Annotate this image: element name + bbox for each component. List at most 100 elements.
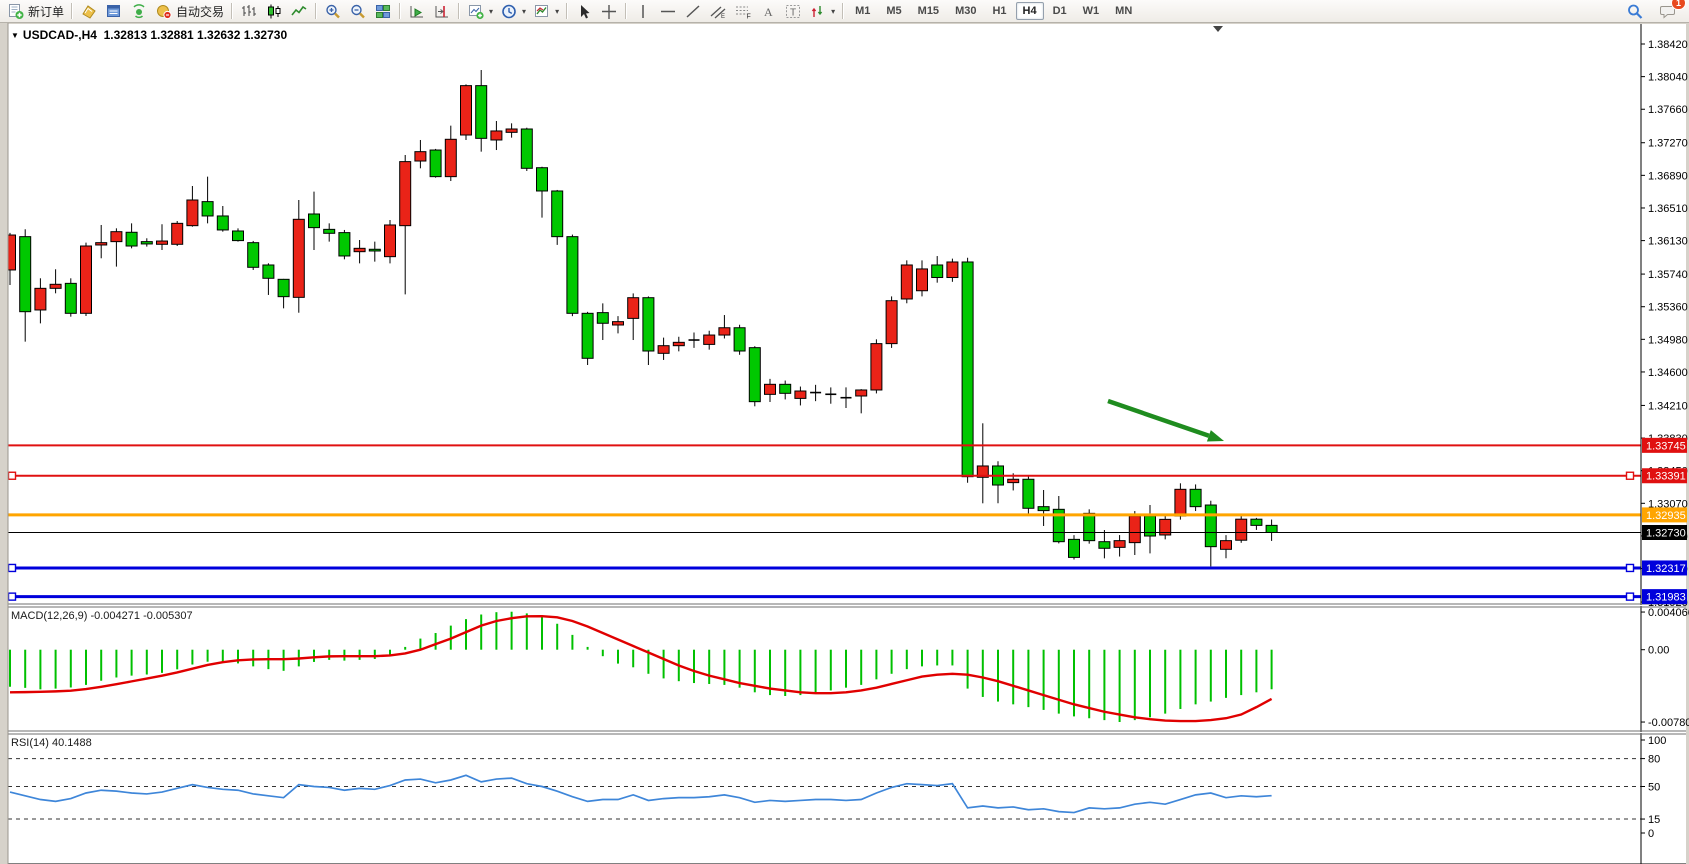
navigator-button[interactable] (127, 0, 151, 22)
channel-icon: E (709, 3, 727, 20)
mt4-window: 新订单自动交易▾▾▾EFAT▾ M1M5M15M30H1H4D1W1MN 1 1… (0, 0, 1689, 864)
trendline-button[interactable] (681, 0, 705, 22)
autotrading-label: 自动交易 (176, 3, 224, 20)
tile-windows-button[interactable] (371, 0, 395, 22)
text-button[interactable]: A (756, 0, 780, 22)
notification-badge: 1 (1671, 0, 1686, 10)
toolbar-separator (566, 3, 568, 19)
macd-indicator-label: MACD(12,26,9) -0.004271 -0.005307 (11, 610, 193, 622)
svg-text:1.35740: 1.35740 (1648, 269, 1688, 281)
chart-area: 1.384201.380401.376601.372701.368901.365… (0, 23, 1689, 864)
templates-icon (533, 3, 551, 20)
timeframe-mn-button[interactable]: MN (1108, 2, 1139, 20)
new-order-label: 新订单 (28, 3, 64, 20)
templates-button[interactable]: ▾ (530, 0, 562, 22)
vertical-line-icon (634, 3, 652, 20)
data-window-button[interactable] (102, 0, 126, 22)
chart-shift-button[interactable] (430, 0, 454, 22)
line-handle (9, 564, 16, 571)
navigator-icon (130, 3, 148, 20)
price-badge-1.33745: 1.33745 (1642, 438, 1687, 453)
zoom-out-icon (349, 3, 367, 20)
svg-text:1.36130: 1.36130 (1648, 236, 1688, 248)
new-chart-button[interactable]: ▾ (464, 0, 496, 22)
zoom-out-button[interactable] (346, 0, 370, 22)
search-icon (1626, 3, 1644, 20)
svg-text:0.004066: 0.004066 (1648, 607, 1689, 619)
svg-text:1.33745: 1.33745 (1646, 440, 1686, 452)
autotrading-button[interactable]: 自动交易 (152, 0, 227, 22)
timeframe-m1-button[interactable]: M1 (848, 2, 877, 20)
text-label-button[interactable]: T (781, 0, 805, 22)
toolbar-separator (71, 3, 73, 19)
timeframe-w1-button[interactable]: W1 (1076, 2, 1107, 20)
horizontal-line-button[interactable] (656, 0, 680, 22)
price-badge-1.32317: 1.32317 (1642, 560, 1687, 575)
toolbar: 新订单自动交易▾▾▾EFAT▾ M1M5M15M30H1H4D1W1MN 1 (0, 0, 1689, 23)
svg-text:-0.007809: -0.007809 (1648, 717, 1689, 729)
price-badge-1.32730: 1.32730 (1642, 525, 1687, 540)
price-chart: 1.384201.380401.376601.372701.368901.365… (0, 23, 1689, 864)
svg-text:1.31983: 1.31983 (1646, 592, 1686, 604)
auto-scroll-icon (408, 3, 426, 20)
cursor-button[interactable] (572, 0, 596, 22)
candlestick-chart-button[interactable] (262, 0, 286, 22)
equidistant-channel-button[interactable]: E (706, 0, 730, 22)
timeframe-h1-button[interactable]: H1 (985, 2, 1013, 20)
svg-text:1.37270: 1.37270 (1648, 138, 1688, 150)
toolbar-separator (399, 3, 401, 19)
svg-text:1.38420: 1.38420 (1648, 39, 1688, 51)
toolbar-separator (458, 3, 460, 19)
timeframe-d1-button[interactable]: D1 (1046, 2, 1074, 20)
chevron-down-icon: ▼ (11, 31, 19, 40)
fibonacci-icon: F (734, 3, 752, 20)
toolbar-separator (625, 3, 627, 19)
vertical-line-button[interactable] (631, 0, 655, 22)
text-a-icon: A (759, 3, 777, 20)
periods-button[interactable]: ▾ (497, 0, 529, 22)
market-watch-icon (80, 3, 98, 20)
toolbar-separator (842, 3, 844, 19)
fibonacci-button[interactable]: F (731, 0, 755, 22)
svg-text:1.37660: 1.37660 (1648, 104, 1688, 116)
svg-text:1.34600: 1.34600 (1648, 367, 1688, 379)
arrows-icon (809, 3, 827, 20)
zoom-in-button[interactable] (321, 0, 345, 22)
arrows-button[interactable]: ▾ (806, 0, 838, 22)
svg-text:0: 0 (1648, 828, 1654, 840)
toolbar-separator (231, 3, 233, 19)
candle-chart-icon (265, 3, 283, 20)
line-chart-button[interactable] (287, 0, 311, 22)
bar-chart-button[interactable] (237, 0, 261, 22)
tile-windows-icon (374, 3, 392, 20)
toolbar-separator (315, 3, 317, 19)
cursor-icon (575, 3, 593, 20)
search-button[interactable] (1623, 0, 1647, 22)
svg-text:A: A (764, 5, 773, 19)
svg-text:100: 100 (1648, 735, 1666, 747)
svg-text:1.32317: 1.32317 (1646, 563, 1686, 575)
svg-text:80: 80 (1648, 754, 1660, 766)
new-order-button[interactable]: 新订单 (4, 0, 67, 22)
price-badge-1.33391: 1.33391 (1642, 468, 1687, 483)
notifications-button[interactable]: 1 (1655, 0, 1679, 22)
svg-text:F: F (747, 13, 751, 20)
svg-text:0.00: 0.00 (1648, 645, 1669, 657)
dropdown-arrow-icon: ▾ (831, 7, 835, 16)
auto-scroll-button[interactable] (405, 0, 429, 22)
crosshair-button[interactable] (597, 0, 621, 22)
svg-text:1.36890: 1.36890 (1648, 170, 1688, 182)
rsi-indicator-label: RSI(14) 40.1488 (11, 737, 92, 749)
svg-text:1.34980: 1.34980 (1648, 334, 1688, 346)
timeframe-m5-button[interactable]: M5 (879, 2, 908, 20)
chart-shift-icon (433, 3, 451, 20)
timeframe-h4-button[interactable]: H4 (1016, 2, 1044, 20)
zoom-in-icon (324, 3, 342, 20)
horizontal-line-icon (659, 3, 677, 20)
timeframe-m15-button[interactable]: M15 (911, 2, 946, 20)
timeframe-m30-button[interactable]: M30 (948, 2, 983, 20)
periods-icon (500, 3, 518, 20)
text-t-icon: T (784, 3, 802, 20)
market-watch-button[interactable] (77, 0, 101, 22)
svg-text:1.34210: 1.34210 (1648, 400, 1688, 412)
